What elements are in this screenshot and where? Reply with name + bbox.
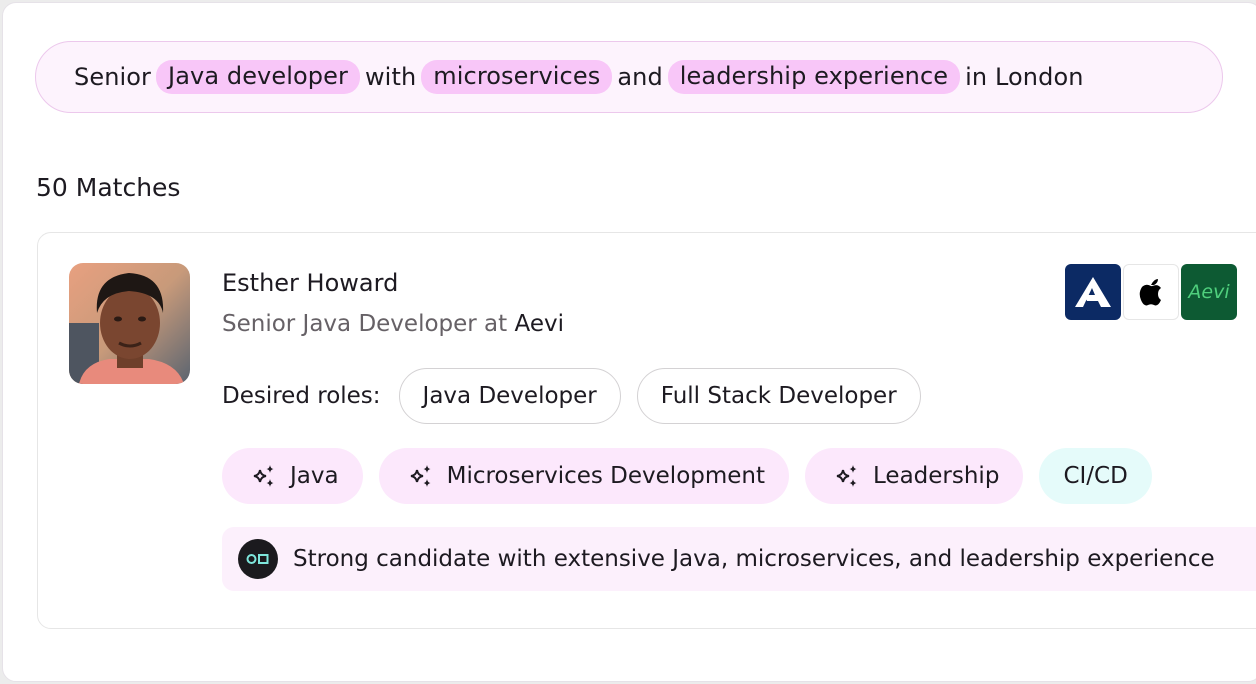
results-count: 50 Matches bbox=[36, 173, 181, 202]
query-keyword-chip[interactable]: leadership experience bbox=[667, 60, 961, 94]
candidate-title: Senior Java Developer at Aevi bbox=[222, 311, 564, 337]
query-text: and bbox=[617, 63, 663, 91]
skill-label: Microservices Development bbox=[446, 463, 766, 489]
skill-label: CI/CD bbox=[1063, 463, 1128, 489]
query-text: Senior bbox=[74, 63, 152, 91]
query-text: in London bbox=[965, 63, 1084, 91]
skill-label: Leadership bbox=[873, 463, 1000, 489]
ai-assistant-icon bbox=[238, 539, 278, 579]
candidate-name[interactable]: Esther Howard bbox=[222, 269, 398, 297]
skill-chip[interactable]: Java bbox=[222, 448, 363, 504]
desired-role-chip[interactable]: Full Stack Developer bbox=[636, 368, 921, 424]
airbus-logo-icon bbox=[1065, 264, 1121, 320]
summary-text: Strong candidate with extensive Java, mi… bbox=[293, 546, 1215, 572]
query-text: with bbox=[364, 63, 417, 91]
sparkle-icon bbox=[253, 465, 274, 487]
skill-chip[interactable]: Leadership bbox=[805, 448, 1024, 504]
desired-role-chip[interactable]: Java Developer bbox=[398, 368, 621, 424]
apple-logo-icon bbox=[1123, 264, 1179, 320]
avatar bbox=[69, 263, 190, 384]
sparkle-icon bbox=[836, 465, 857, 487]
candidate-photo bbox=[69, 263, 190, 384]
skill-chip[interactable]: CI/CD bbox=[1039, 448, 1152, 504]
desired-roles: Desired roles: Java Developer Full Stack… bbox=[222, 368, 937, 424]
candidate-company: Aevi bbox=[514, 311, 564, 337]
skill-tags: Java Microservices Development Leadershi… bbox=[222, 448, 1168, 504]
aevi-logo-icon: Aevi bbox=[1181, 264, 1237, 320]
skill-chip[interactable]: Microservices Development bbox=[378, 448, 790, 504]
desired-roles-label: Desired roles: bbox=[222, 383, 381, 409]
candidate-role: Senior Java Developer at bbox=[222, 311, 508, 337]
candidate-card[interactable]: Esther Howard Senior Java Developer at A… bbox=[37, 232, 1256, 629]
sparkle-icon bbox=[410, 465, 431, 487]
page-frame: Senior Java developer with microservices… bbox=[2, 2, 1256, 682]
ai-summary: Strong candidate with extensive Java, mi… bbox=[222, 527, 1256, 591]
company-logos: Aevi bbox=[1065, 264, 1237, 320]
skill-label: Java bbox=[290, 463, 339, 489]
query-keyword-chip[interactable]: Java developer bbox=[156, 60, 360, 94]
search-query-bar[interactable]: Senior Java developer with microservices… bbox=[35, 41, 1223, 113]
query-keyword-chip[interactable]: microservices bbox=[421, 60, 613, 94]
